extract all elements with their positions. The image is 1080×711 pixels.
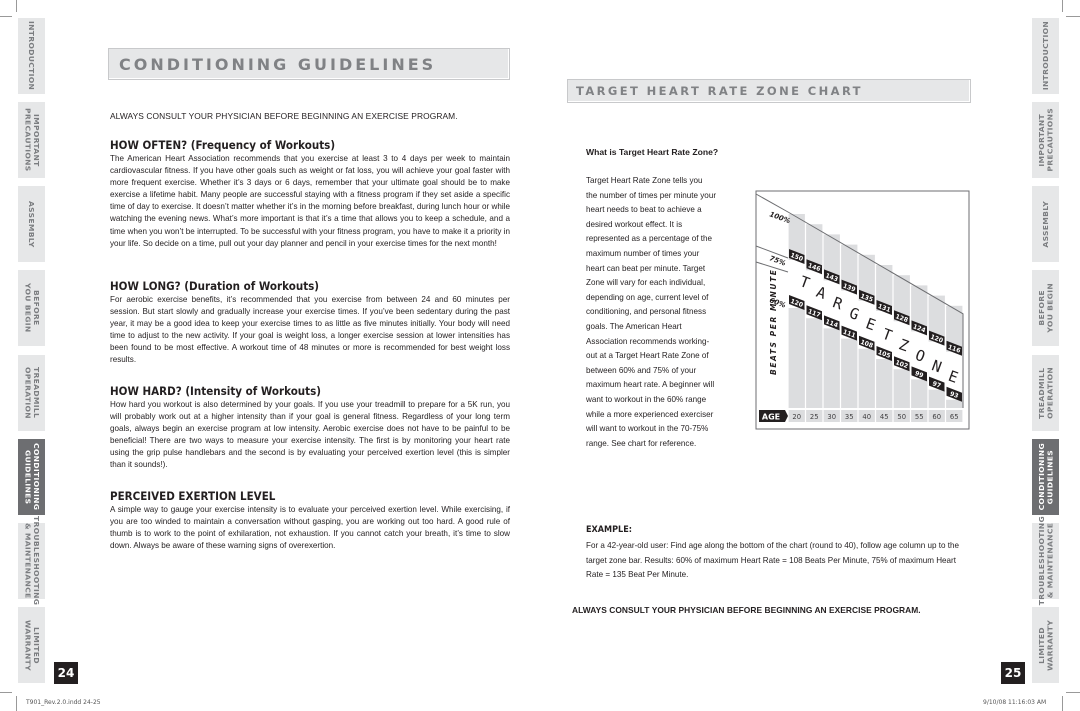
tab-label: INTRODUCTION — [27, 21, 36, 91]
tab-assembly[interactable]: ASSEMBLY — [1032, 186, 1059, 262]
crop-mark — [1066, 692, 1080, 693]
percent-label: 100% — [768, 210, 791, 225]
age-tick-label: 40 — [862, 413, 871, 421]
tab-label: IMPORTANT PRECAUTIONS — [1037, 108, 1054, 172]
tab-introduction[interactable]: INTRODUCTION — [1032, 18, 1059, 94]
tab-treadmill-operation[interactable]: TREADMILL OPERATION — [1032, 355, 1059, 431]
tab-label: ASSEMBLY — [1041, 200, 1050, 248]
age-tick-label: 25 — [810, 413, 819, 421]
section-body: A simple way to gauge your exercise inte… — [110, 505, 510, 551]
tab-label: LIMITED WARRANTY — [1037, 619, 1054, 671]
tab-label: CONDITIONING GUIDELINES — [23, 443, 40, 511]
tab-label: TROUBLESHOOTING & MAINTENANCE — [23, 516, 40, 606]
age-column — [788, 214, 805, 408]
crop-mark — [1062, 0, 1063, 12]
consult-notice: ALWAYS CONSULT YOUR PHYSICIAN BEFORE BEG… — [110, 111, 458, 121]
chart-section-title: TARGET HEART RATE ZONE CHART — [567, 79, 971, 103]
page-number-left: 24 — [54, 662, 78, 684]
tab-label: TROUBLESHOOTING & MAINTENANCE — [1037, 516, 1054, 606]
page-number-right: 25 — [1001, 662, 1025, 684]
section-title: PERCEIVED EXERTION LEVEL — [110, 489, 276, 503]
tab-before-you-begin[interactable]: BEFORE YOU BEGIN — [1032, 270, 1059, 346]
age-tick-label: 55 — [915, 413, 924, 421]
age-tick-label: 20 — [792, 413, 801, 421]
target-heart-rate-chart: 100%75%60%150120146117143114139111135108… — [755, 190, 970, 430]
intro-paragraph: Target Heart Rate Zone tells you the num… — [586, 176, 717, 448]
tab-important-precautions[interactable]: IMPORTANT PRECAUTIONS — [18, 102, 45, 178]
footer-timestamp: 9/10/08 11:16:03 AM — [983, 699, 1047, 706]
tab-troubleshooting-maintenance[interactable]: TROUBLESHOOTING & MAINTENANCE — [1032, 516, 1059, 606]
section-body: How hard you workout is also determined … — [110, 400, 510, 470]
tab-before-you-begin[interactable]: BEFORE YOU BEGIN — [18, 270, 45, 346]
crop-mark — [1062, 696, 1063, 711]
tab-troubleshooting-maintenance[interactable]: TROUBLESHOOTING & MAINTENANCE — [18, 516, 45, 606]
age-tick-label: 30 — [827, 413, 836, 421]
tab-label: TREADMILL OPERATION — [1037, 367, 1054, 419]
tab-limited-warranty[interactable]: LIMITED WARRANTY — [1032, 607, 1059, 683]
crop-mark — [16, 0, 17, 12]
tab-label: TREADMILL OPERATION — [23, 367, 40, 419]
age-tick-label: 60 — [932, 413, 941, 421]
age-tick-label: 50 — [897, 413, 906, 421]
consult-notice-bottom: ALWAYS CONSULT YOUR PHYSICIAN BEFORE BEG… — [572, 605, 921, 615]
tab-introduction[interactable]: INTRODUCTION — [18, 18, 45, 94]
tab-conditioning-guidelines[interactable]: CONDITIONING GUIDELINES — [1032, 439, 1059, 515]
tab-label: INTRODUCTION — [1041, 21, 1050, 91]
section-perceived-exertion: PERCEIVED EXERTION LEVEL A simple way to… — [110, 489, 510, 552]
tab-label: IMPORTANT PRECAUTIONS — [23, 108, 40, 172]
age-tick-label: 45 — [880, 413, 889, 421]
tab-label: BEFORE YOU BEGIN — [23, 283, 40, 333]
page-title-text: CONDITIONING GUIDELINES — [119, 54, 437, 74]
tab-limited-warranty[interactable]: LIMITED WARRANTY — [18, 607, 45, 683]
footer-file-note: T901_Rev.2.0.indd 24-25 — [26, 699, 101, 706]
example-block: EXAMPLE: For a 42-year-old user: Find ag… — [586, 519, 966, 583]
section-title: HOW LONG? (Duration of Workouts) — [110, 279, 320, 293]
tab-label: CONDITIONING GUIDELINES — [1037, 443, 1054, 511]
age-tick-label: 65 — [950, 413, 959, 421]
question-heading: What is Target Heart Rate Zone? — [586, 147, 719, 157]
section-how-often: HOW OFTEN? (Frequency of Workouts) The A… — [110, 138, 510, 250]
section-body: The American Heart Association recommend… — [110, 154, 510, 248]
tab-assembly[interactable]: ASSEMBLY — [18, 186, 45, 262]
section-how-hard: HOW HARD? (Intensity of Workouts) How ha… — [110, 384, 510, 472]
example-body: For a 42-year-old user: Find age along t… — [586, 541, 959, 579]
page-title: CONDITIONING GUIDELINES — [108, 48, 510, 80]
tab-treadmill-operation[interactable]: TREADMILL OPERATION — [18, 355, 45, 431]
x-axis-label: AGE — [762, 413, 780, 422]
section-how-long: HOW LONG? (Duration of Workouts) For aer… — [110, 279, 510, 367]
tab-important-precautions[interactable]: IMPORTANT PRECAUTIONS — [1032, 102, 1059, 178]
tab-label: BEFORE YOU BEGIN — [1037, 283, 1054, 333]
tab-label: ASSEMBLY — [27, 200, 36, 248]
age-tick-label: 35 — [845, 413, 854, 421]
crop-mark — [16, 696, 17, 711]
tab-label: LIMITED WARRANTY — [23, 619, 40, 671]
crop-mark — [0, 16, 12, 17]
section-title: HOW OFTEN? (Frequency of Workouts) — [110, 138, 336, 152]
section-title: HOW HARD? (Intensity of Workouts) — [110, 384, 322, 398]
crop-mark — [0, 692, 12, 693]
example-title: EXAMPLE: — [586, 525, 632, 535]
crop-mark — [1066, 16, 1080, 17]
y-axis-label: BEATS PER MINUTE — [769, 268, 778, 375]
chart-section-title-text: TARGET HEART RATE ZONE CHART — [576, 84, 863, 98]
tab-conditioning-guidelines[interactable]: CONDITIONING GUIDELINES — [18, 439, 45, 515]
section-body: For aerobic exercise benefits, it’s reco… — [110, 295, 510, 365]
